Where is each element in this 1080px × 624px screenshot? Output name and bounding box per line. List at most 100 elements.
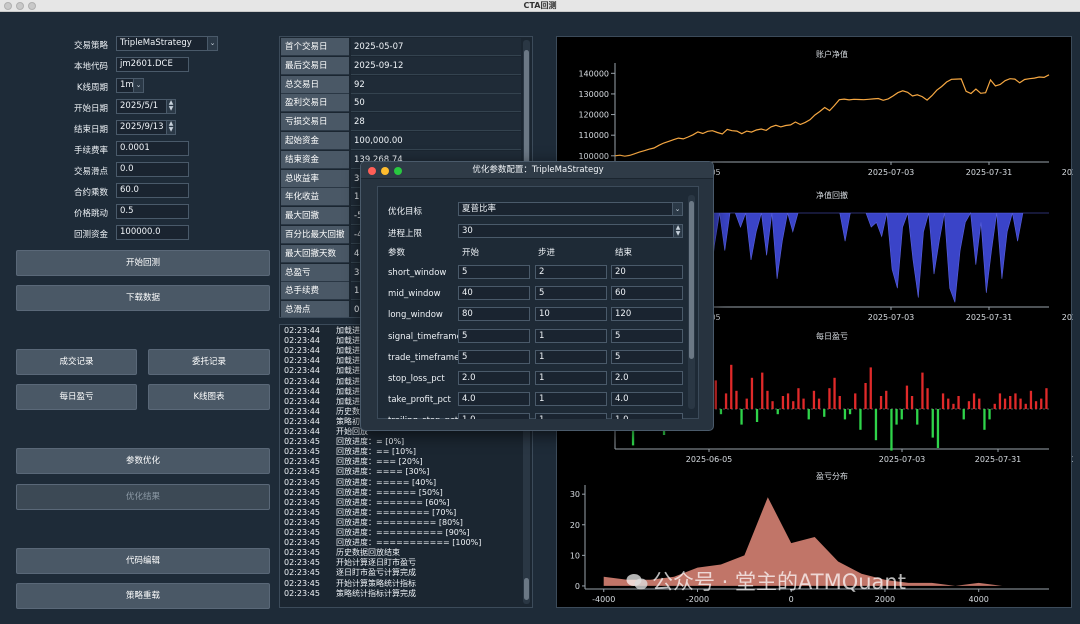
log-message: 回放进度：======== [70%] xyxy=(336,507,457,517)
daily-pnl-bar xyxy=(910,396,914,409)
log-time: 02:23:45 xyxy=(284,568,320,578)
spin-arrows-icon[interactable]: ▲ ▼ xyxy=(166,121,175,134)
strategy-reload-button[interactable]: 策略重载 xyxy=(16,583,270,609)
drawdown-x-tick-label: 2025-07-03 xyxy=(868,313,915,322)
daily-pnl-bar xyxy=(766,390,769,409)
balance-y-tick-label: 110000 xyxy=(578,131,609,140)
optimize-result-button[interactable]: 优化结果 xyxy=(16,484,270,510)
close-icon[interactable] xyxy=(368,167,376,175)
param-step-input[interactable]: 1 xyxy=(535,371,607,385)
param-step-input[interactable]: 5 xyxy=(535,286,607,301)
log-time: 02:23:45 xyxy=(284,528,320,537)
daily-pnl-bar xyxy=(952,403,955,409)
balance-x-tick-label: 2025-08-28 xyxy=(1062,168,1073,177)
rate-row: 手续费率 0.0001 xyxy=(0,141,280,157)
distribution-x-tick-label: 0 xyxy=(789,595,794,604)
log-message: 回放进度：======= [60%] xyxy=(336,497,450,507)
log-line: 02:23:45 回放进度：== [10%] xyxy=(284,447,524,457)
log-message: 开始计算逐日盯市盈亏 xyxy=(336,558,416,568)
param-end-input[interactable]: 5 xyxy=(611,328,683,343)
log-line: 02:23:45 开始计算逐日盯市盈亏 xyxy=(284,558,524,568)
param-start-input[interactable]: 40 xyxy=(458,286,530,301)
interval-select[interactable]: 1m ⌄ xyxy=(116,78,144,93)
balance-y-tick-label: 140000 xyxy=(578,69,609,78)
daily-pnl-bar xyxy=(843,409,847,420)
param-step-input[interactable]: 2 xyxy=(535,265,607,279)
stat-key: 总盈亏 xyxy=(281,263,349,282)
distribution-y-tick-label: 30 xyxy=(570,490,580,499)
param-start-input[interactable]: 80 xyxy=(458,307,530,322)
strategy-select[interactable]: TripleMaStrategy ⌄ xyxy=(116,36,218,51)
param-end-input[interactable]: 1.0 xyxy=(611,413,683,419)
param-step-input[interactable]: 1 xyxy=(535,392,607,407)
param-end-input[interactable]: 20 xyxy=(611,265,683,279)
param-end-input[interactable]: 120 xyxy=(611,307,683,322)
order-records-button[interactable]: 委托记录 xyxy=(148,349,270,375)
daily-pnl-bar xyxy=(967,401,971,409)
distribution-chart-title: 盈亏分布 xyxy=(816,471,848,481)
distribution-y-tick-label: 0 xyxy=(575,582,580,591)
param-name: take_profit_pct xyxy=(388,395,451,406)
symbol-input[interactable]: jm2601.DCE xyxy=(116,57,189,72)
rate-input[interactable]: 0.0001 xyxy=(116,141,189,156)
daily-pnl-bar xyxy=(1009,396,1012,409)
param-end-input[interactable]: 2.0 xyxy=(611,371,683,385)
param-start-input[interactable]: 5 xyxy=(458,349,530,364)
start-date-input[interactable]: 2025/5/1 ▲ ▼ xyxy=(116,99,176,114)
log-line: 02:23:45 回放进度：========== [90%] xyxy=(284,528,524,538)
strategy-row: 交易策略 TripleMaStrategy ⌄ xyxy=(0,36,280,52)
param-start-input[interactable]: 1.0 xyxy=(458,413,530,419)
param-start-input[interactable]: 5 xyxy=(458,265,530,279)
daily-pnl-bar xyxy=(838,396,841,409)
param-start-input[interactable]: 4.0 xyxy=(458,392,530,407)
stat-key: 总滑点 xyxy=(281,301,349,317)
minimize-icon[interactable] xyxy=(381,167,389,175)
log-message: 回放进度：=== [20%] xyxy=(336,457,423,467)
dialog-scrollbar-thumb[interactable] xyxy=(689,201,694,359)
daily-pnl-bar xyxy=(1045,388,1048,409)
daily-pnl-bar xyxy=(854,393,857,409)
watermark-text: 公众号 · 堂主的ATMQuant xyxy=(652,570,906,594)
daily-pnl-button[interactable]: 每日盈亏 xyxy=(16,384,137,410)
maximize-icon[interactable] xyxy=(394,167,402,175)
size-input[interactable]: 60.0 xyxy=(116,183,189,198)
param-step-input[interactable]: 1 xyxy=(535,413,607,419)
daily-pnl-bar xyxy=(781,396,785,409)
daily-pnl-bar xyxy=(714,380,717,409)
download-data-button[interactable]: 下载数据 xyxy=(16,285,270,311)
log-time: 02:23:45 xyxy=(284,467,320,477)
slippage-input[interactable]: 0.0 xyxy=(116,162,189,177)
drawdown-x-tick-label: 2025-08-28 xyxy=(1062,313,1073,322)
kline-chart-button[interactable]: K线图表 xyxy=(148,384,270,410)
daily-pnl-bar xyxy=(1003,398,1007,409)
daily-pnl-bar xyxy=(817,398,821,409)
log-scrollbar-thumb[interactable] xyxy=(524,578,529,600)
daily-pnl-bar xyxy=(993,403,996,409)
daily-pnl-bar xyxy=(807,409,810,420)
spin-arrows-icon[interactable]: ▲ ▼ xyxy=(166,100,175,113)
size-label: 合约乘数 xyxy=(73,188,108,198)
daily-pnl-bar xyxy=(859,409,862,430)
param-end-input[interactable]: 4.0 xyxy=(611,392,683,407)
param-step-input[interactable]: 1 xyxy=(535,349,607,364)
balance-chart-title: 账户净值 xyxy=(816,49,848,59)
param-end-input[interactable]: 5 xyxy=(611,349,683,364)
pricetick-input[interactable]: 0.5 xyxy=(116,204,189,219)
dialog-title-bar: 优化参数配置：TripleMaStrategy xyxy=(361,162,713,179)
code-edit-button[interactable]: 代码编辑 xyxy=(16,548,270,574)
param-step-input[interactable]: 1 xyxy=(535,328,607,343)
daily-pnl-bar xyxy=(1034,401,1038,409)
optimize-params-button[interactable]: 参数优化 xyxy=(16,448,270,474)
param-end-input[interactable]: 60 xyxy=(611,286,683,301)
param-step-input[interactable]: 10 xyxy=(535,307,607,322)
param-start-input[interactable]: 5 xyxy=(458,328,530,343)
daily-pnl-bar xyxy=(936,409,940,448)
trade-records-button[interactable]: 成交记录 xyxy=(16,349,137,375)
end-date-input[interactable]: 2025/9/13 ▲ ▼ xyxy=(116,120,176,135)
daily-pnl-bar xyxy=(1014,393,1017,409)
capital-input[interactable]: 100000.0 xyxy=(116,225,189,240)
start-backtest-button[interactable]: 开始回测 xyxy=(16,250,270,276)
dialog-scrollbar[interactable] xyxy=(688,195,695,409)
param-start-input[interactable]: 2.0 xyxy=(458,371,530,385)
daily-pnl-bar xyxy=(776,409,779,415)
